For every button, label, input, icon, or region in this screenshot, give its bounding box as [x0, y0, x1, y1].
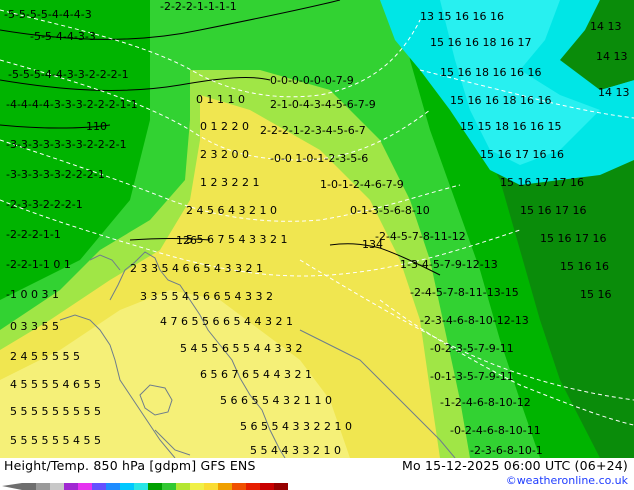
valid-time: Mo 15-12-2025 06:00 UTC (06+24) [401, 458, 628, 473]
colorbar-swatch [36, 483, 50, 490]
colorbar-swatch [204, 483, 218, 490]
colorbar-swatch [120, 483, 134, 490]
svg-text:14 13: 14 13 [590, 20, 622, 33]
svg-text:14 13: 14 13 [596, 50, 628, 63]
svg-text:5 4 5 5 6 5 5 4 4 3 3 2: 5 4 5 5 6 5 5 4 4 3 3 2 [180, 342, 302, 355]
svg-text:0 1 2 2 0: 0 1 2 2 0 [200, 120, 249, 133]
svg-text:4 5 5 5 5 4 6 5 5: 4 5 5 5 5 4 6 5 5 [10, 378, 101, 391]
colorbar-swatch [92, 483, 106, 490]
colorbar-arrow-left [2, 483, 22, 490]
svg-text:15 16 16: 15 16 16 [560, 260, 609, 273]
colorbar-swatch [232, 483, 246, 490]
svg-text:2 3 3 5 4 6 6 5 4 3 3 2 1: 2 3 3 5 4 6 6 5 4 3 3 2 1 [130, 262, 263, 275]
svg-text:5 5 5 5 5 5 4 5 5: 5 5 5 5 5 5 4 5 5 [10, 434, 101, 447]
colorbar-swatch [134, 483, 148, 490]
svg-text:2 4 5 5 5 5 5: 2 4 5 5 5 5 5 [10, 350, 80, 363]
svg-text:-0-2-4-6-8-10-11: -0-2-4-6-8-10-11 [450, 424, 541, 437]
svg-text:-2-3-3-2-2-2-1: -2-3-3-2-2-2-1 [6, 198, 83, 211]
colorbar-swatch [260, 483, 274, 490]
colorbar [2, 483, 288, 490]
colorbar-swatch [218, 483, 232, 490]
svg-text:-5-5-5-4-4-3-3-2-2-2-1: -5-5-5-4-4-3-3-2-2-2-1 [8, 68, 129, 81]
svg-text:3 3 5 5 4 5 6 6 5 4 3 3 2: 3 3 5 5 4 5 6 6 5 4 3 3 2 [140, 290, 273, 303]
svg-text:5 6 5 5 4 3 3 2 2 1 0: 5 6 5 5 4 3 3 2 2 1 0 [240, 420, 352, 433]
colorbar-swatch [176, 483, 190, 490]
svg-text:2 4 5 6 4 3 2 1 0: 2 4 5 6 4 3 2 1 0 [186, 204, 277, 217]
svg-text:15 16 16 18 16 16: 15 16 16 18 16 16 [450, 94, 551, 107]
svg-text:-2-4-5-7-8-11-13-15: -2-4-5-7-8-11-13-15 [410, 286, 519, 299]
svg-text:15 16 18 16 16 16: 15 16 18 16 16 16 [440, 66, 541, 79]
svg-text:5 5 6 7 5 4 3 3 2 1: 5 5 6 7 5 4 3 3 2 1 [186, 233, 287, 246]
svg-text:15 16 17 16: 15 16 17 16 [520, 204, 586, 217]
svg-text:13 15 16 16 16: 13 15 16 16 16 [420, 10, 504, 23]
svg-text:-5-5-5-5-4-4-4-3: -5-5-5-5-4-4-4-3 [4, 8, 92, 21]
svg-text:0-1-3-5-6-8-10: 0-1-3-5-6-8-10 [350, 204, 430, 217]
svg-text:5 6 6 5 5 4 3 2 1 1 0: 5 6 6 5 5 4 3 2 1 1 0 [220, 394, 332, 407]
weather-map: -5-5-5-5-4-4-4-3 -2-2-2-1-1-1-1 -5-5-4-4… [0, 0, 634, 459]
svg-text:15 16 16 18 16 17: 15 16 16 18 16 17 [430, 36, 531, 49]
map-title: Height/Temp. 850 hPa [gdpm] GFS ENS [4, 458, 256, 473]
svg-text:0 3 3 5 5: 0 3 3 5 5 [10, 320, 59, 333]
colorbar-swatch [64, 483, 78, 490]
height-label-126: 126 [176, 234, 197, 247]
svg-text:0 1 1 1 0: 0 1 1 1 0 [196, 93, 245, 106]
svg-text:4 7 6 5 5 6 6 5 4 4 3 2 1: 4 7 6 5 5 6 6 5 4 4 3 2 1 [160, 315, 293, 328]
svg-text:-3-3-3-3-3-2-2-2-1: -3-3-3-3-3-2-2-2-1 [6, 168, 105, 181]
colorbar-swatch [50, 483, 64, 490]
colorbar-swatch [106, 483, 120, 490]
colorbar-swatch [246, 483, 260, 490]
colorbar-swatch [22, 483, 36, 490]
svg-text:-3-3-3-3-3-3-3-2-2-2-1: -3-3-3-3-3-3-3-2-2-2-1 [6, 138, 127, 151]
colorbar-swatch [78, 483, 92, 490]
svg-text:-1-2-4-6-8-10-12: -1-2-4-6-8-10-12 [440, 396, 531, 409]
svg-text:5 5 5 5 5 5 5 5 5: 5 5 5 5 5 5 5 5 5 [10, 405, 101, 418]
svg-text:2-2-2-1-2-3-4-5-6-7: 2-2-2-1-2-3-4-5-6-7 [260, 124, 366, 137]
svg-text:15 16 17 16 16: 15 16 17 16 16 [480, 148, 564, 161]
svg-text:-2-3-4-6-8-10-12-13: -2-3-4-6-8-10-12-13 [420, 314, 529, 327]
svg-text:1-3-4-5-7-9-12-13: 1-3-4-5-7-9-12-13 [400, 258, 498, 271]
svg-text:1 2 3 2 2 1: 1 2 3 2 2 1 [200, 176, 259, 189]
svg-text:0-0-0-0-0-0-7-9: 0-0-0-0-0-0-7-9 [270, 74, 354, 87]
colorbar-swatch [148, 483, 162, 490]
height-label-134: 134 [362, 238, 383, 251]
height-label-110: 110 [86, 120, 107, 133]
colorbar-swatch [162, 483, 176, 490]
svg-text:-5-5-4-4-3-3: -5-5-4-4-3-3 [30, 30, 96, 43]
svg-text:-2-2-1-1 0 1: -2-2-1-1 0 1 [6, 258, 71, 271]
svg-text:5 5 4 4 3 3 2 1 0: 5 5 4 4 3 3 2 1 0 [250, 444, 341, 457]
svg-text:-0-2-3-5-7-9-11: -0-2-3-5-7-9-11 [430, 342, 514, 355]
colorbar-swatch [190, 483, 204, 490]
svg-text:15 16: 15 16 [580, 288, 612, 301]
svg-text:15 16 17 17 16: 15 16 17 17 16 [500, 176, 584, 189]
svg-text:-1 0 0 3 1: -1 0 0 3 1 [6, 288, 59, 301]
credit-link[interactable]: ©weatheronline.co.uk [506, 474, 628, 487]
svg-text:-0-1-3-5-7-9-11: -0-1-3-5-7-9-11 [430, 370, 514, 383]
colorbar-swatch [274, 483, 288, 490]
svg-text:-0-0 1-0-1-2-3-5-6: -0-0 1-0-1-2-3-5-6 [270, 152, 368, 165]
svg-text:2 3 2 0 0: 2 3 2 0 0 [200, 148, 249, 161]
svg-text:6 5 6 7 6 5 4 4 3 2 1: 6 5 6 7 6 5 4 4 3 2 1 [200, 368, 312, 381]
svg-text:-4-4-4-4-3-3-3-2-2-2-1-1: -4-4-4-4-3-3-3-2-2-2-1-1 [6, 98, 138, 111]
svg-text:-2-4-5-7-8-11-12: -2-4-5-7-8-11-12 [375, 230, 466, 243]
svg-text:-2-2-2-1-1: -2-2-2-1-1 [6, 228, 61, 241]
svg-text:15 15 18 16 16 15: 15 15 18 16 16 15 [460, 120, 561, 133]
svg-text:-2-2-2-1-1-1-1: -2-2-2-1-1-1-1 [160, 0, 237, 13]
svg-text:14 13: 14 13 [598, 86, 630, 99]
svg-text:-2-3-6-8-10-1: -2-3-6-8-10-1 [470, 444, 543, 457]
svg-text:2-1-0-4-3-4-5-6-7-9: 2-1-0-4-3-4-5-6-7-9 [270, 98, 376, 111]
svg-text:15 16 17 16: 15 16 17 16 [540, 232, 606, 245]
svg-text:1-0-1-2-4-6-7-9: 1-0-1-2-4-6-7-9 [320, 178, 404, 191]
